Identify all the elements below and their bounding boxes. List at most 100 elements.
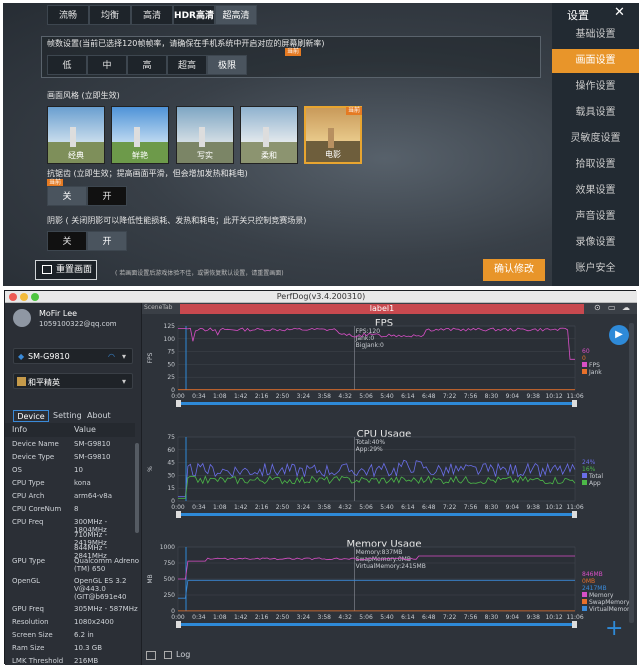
swap-swatch: [582, 599, 587, 604]
info-value: 216MB: [74, 657, 99, 665]
left-scrollbar[interactable]: [135, 443, 139, 533]
info-value: kona: [74, 479, 91, 487]
tab-setting[interactable]: Setting: [53, 410, 82, 422]
sidebar-item-sound[interactable]: 声音设置: [552, 205, 639, 229]
x-tick-label: 5:06: [359, 504, 373, 511]
x-tick-label: 3:24: [297, 504, 311, 511]
fps-option-high[interactable]: 高: [127, 55, 167, 75]
main-scrollbar[interactable]: [629, 323, 634, 623]
sidebar-item-basic[interactable]: 基础设置: [552, 23, 639, 47]
add-chart-button[interactable]: +: [605, 618, 623, 640]
shadow-off[interactable]: 关: [47, 231, 87, 251]
x-tick-label: 0:34: [192, 504, 206, 511]
shadow-on[interactable]: 开: [87, 231, 127, 251]
info-key: CPU Arch: [12, 492, 45, 500]
x-tick-label: 5:40: [380, 504, 394, 511]
fps-option-low[interactable]: 低: [47, 55, 87, 75]
y-tick-label: 100: [164, 336, 176, 343]
info-value: 6.2 in: [74, 631, 94, 639]
info-value: 1080x2400: [74, 618, 114, 626]
log-checkbox[interactable]: [164, 651, 172, 659]
info-value: Qualcomm Adreno (TM) 650: [74, 557, 140, 573]
y-tick-label: 25: [167, 374, 175, 381]
play-button[interactable]: ▶: [609, 325, 629, 345]
y-tick-label: 125: [164, 323, 176, 330]
info-key: Device Name: [12, 440, 59, 448]
header-info: Info: [12, 425, 28, 434]
app-current: 16%: [582, 466, 596, 473]
device-name: SM-G9810: [28, 352, 70, 361]
info-value: SM-G9810: [74, 453, 111, 461]
tab-device[interactable]: Device: [13, 410, 49, 422]
info-value: 10.3 GB: [74, 644, 103, 652]
folder-icon[interactable]: ▭: [608, 303, 616, 312]
app-dropdown[interactable]: 和平精英 ▾: [13, 373, 133, 389]
sidebar-item-sensitivity[interactable]: 灵敏度设置: [552, 127, 639, 151]
x-tick-label: 1:08: [213, 614, 227, 621]
quality-tab-hd[interactable]: 高清: [131, 5, 173, 25]
sidebar-item-graphics[interactable]: 画面设置: [552, 49, 639, 73]
style-classic-label: 经典: [68, 151, 84, 160]
charts-area: SceneTab label1 ⊙ ▭ ☁ FPS CPU Usage Memo…: [142, 303, 637, 665]
fps-option-extreme[interactable]: 极限: [207, 55, 247, 75]
x-tick-label: 3:58: [318, 614, 332, 621]
aa-off[interactable]: 关: [47, 186, 87, 206]
info-table-header: Info Value: [5, 423, 135, 437]
x-tick-label: 11:06: [566, 393, 583, 400]
fps-note: 帧数设置(当前已选择120帧帧率，请确保在手机系统中开启对应的屏幕刷新率): [47, 39, 325, 48]
y-tick-label: 45: [167, 460, 175, 467]
cursor-readout: VirtualMemory:2415MB: [356, 563, 426, 570]
fps-option-ultra[interactable]: 超高: [167, 55, 207, 75]
x-tick-label: 7:56: [464, 504, 478, 511]
location-icon[interactable]: ⊙: [594, 303, 601, 312]
x-tick-label: 3:58: [318, 393, 332, 400]
sidebar-item-effects[interactable]: 效果设置: [552, 179, 639, 203]
device-dropdown[interactable]: ◆ SM-G9810 ◠ ▾: [13, 348, 133, 364]
style-vivid[interactable]: 鲜艳: [111, 106, 169, 164]
style-classic[interactable]: 经典: [47, 106, 105, 164]
jank-current: 0: [582, 355, 586, 362]
avatar[interactable]: [13, 309, 31, 327]
sidebar-item-replay[interactable]: 录像设置: [552, 231, 639, 255]
cloud-icon[interactable]: ☁: [622, 303, 630, 312]
style-soft[interactable]: 柔和: [240, 106, 298, 164]
app-icon: [17, 377, 26, 386]
quality-tab-hdr[interactable]: HDR高清: [173, 5, 215, 25]
x-tick-label: 4:32: [338, 393, 352, 400]
x-tick-label: 6:48: [422, 393, 436, 400]
style-title: 画面风格 (立即生效): [47, 91, 120, 100]
style-realistic[interactable]: 写实: [176, 106, 234, 164]
sidebar-item-pickup[interactable]: 拾取设置: [552, 153, 639, 177]
x-tick-label: 9:04: [506, 393, 520, 400]
y-tick-label: 250: [164, 592, 176, 599]
log-toggle-icon[interactable]: [146, 651, 156, 660]
info-key: Device Type: [12, 453, 55, 461]
aa-on[interactable]: 开: [87, 186, 127, 206]
y-axis-label: FPS: [147, 352, 154, 363]
sidebar-item-controls[interactable]: 操作设置: [552, 75, 639, 99]
close-icon[interactable]: ✕: [614, 5, 625, 20]
sidebar-item-account[interactable]: 账户安全: [552, 257, 639, 281]
x-tick-label: 9:38: [526, 614, 540, 621]
reset-hint: ( 若画面设置后游戏体验不佳，或需恢复默认设置，请重置画面): [115, 270, 284, 277]
x-tick-label: 3:24: [297, 614, 311, 621]
window-title: PerfDog(v3.4.200310): [276, 292, 366, 301]
shadow-title: 阴影 ( 关闭阴影可以降低性能损耗、发热和耗电；此开关只控制竞赛场景): [47, 216, 307, 225]
x-tick-label: 1:42: [234, 393, 248, 400]
x-tick-label: 6:14: [401, 393, 415, 400]
total-swatch: [582, 473, 587, 478]
sidebar-item-vehicle[interactable]: 载具设置: [552, 101, 639, 125]
quality-tab-smooth[interactable]: 流畅: [47, 5, 89, 25]
confirm-button[interactable]: 确认修改: [483, 259, 545, 281]
reset-button[interactable]: 重置画面: [35, 260, 97, 280]
fps-badge: 当前: [285, 48, 302, 56]
quality-tab-ultra[interactable]: 超高清: [215, 5, 257, 25]
tab-about[interactable]: About: [87, 410, 111, 422]
fps-option-mid[interactable]: 中: [87, 55, 127, 75]
reset-label: 重置画面: [56, 265, 93, 275]
scene-label-bar[interactable]: label1: [180, 304, 584, 314]
jank-swatch: [582, 369, 587, 374]
x-tick-label: 0:34: [192, 393, 206, 400]
quality-tab-balanced[interactable]: 均衡: [89, 5, 131, 25]
x-tick-label: 2:50: [276, 504, 290, 511]
